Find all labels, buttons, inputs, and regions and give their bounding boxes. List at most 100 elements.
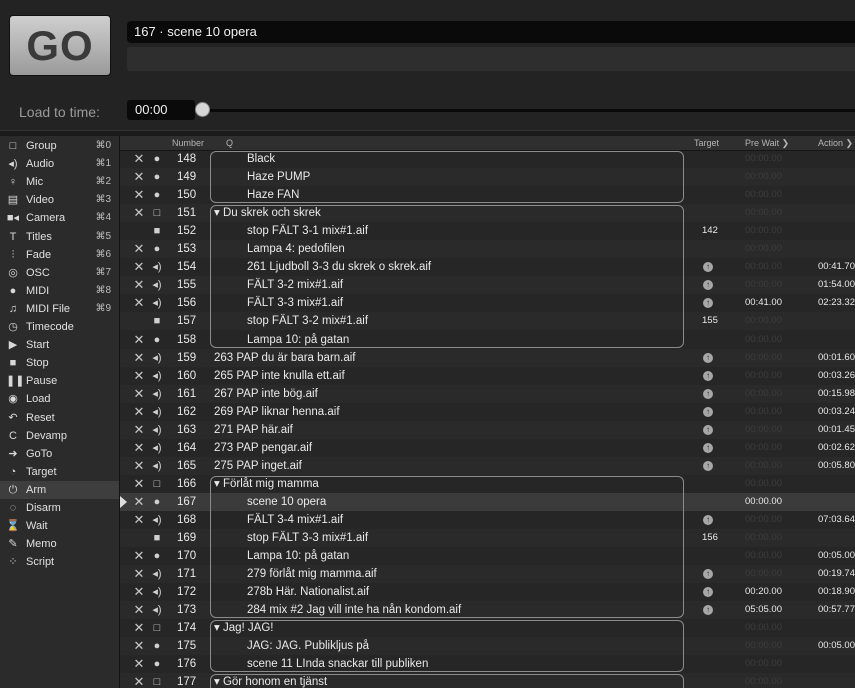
cue-pre-wait[interactable]: 05:05.00 bbox=[745, 601, 782, 619]
cue-notes-field[interactable] bbox=[127, 47, 855, 71]
cue-number[interactable]: 168 bbox=[177, 511, 203, 529]
cue-number[interactable]: 163 bbox=[177, 421, 203, 439]
cue-number[interactable]: 167 bbox=[177, 493, 203, 511]
header-number[interactable]: Number bbox=[172, 138, 204, 148]
cue-number[interactable]: 172 bbox=[177, 583, 203, 601]
target-arrow-icon[interactable]: ↑ bbox=[703, 298, 713, 309]
target-arrow-icon[interactable]: ↑ bbox=[703, 587, 713, 598]
cue-pre-wait[interactable]: 00:00.00 bbox=[745, 673, 782, 688]
toolbox-item-script[interactable]: ⁘ Script bbox=[0, 553, 119, 571]
toolbox-item-load[interactable]: ◉ Load bbox=[0, 390, 119, 408]
cue-number[interactable]: 161 bbox=[177, 385, 203, 403]
cue-pre-wait[interactable]: 00:00.00 bbox=[745, 204, 782, 222]
cue-pre-wait[interactable]: 00:00.00 bbox=[745, 493, 782, 511]
cue-target[interactable]: 155 bbox=[702, 312, 718, 330]
toolbox-item-memo[interactable]: ✎ Memo bbox=[0, 535, 119, 553]
target-arrow-icon[interactable]: ↑ bbox=[703, 352, 713, 363]
toolbox-item-target[interactable]: ◔ Target bbox=[0, 463, 119, 481]
target-arrow-icon[interactable]: ↑ bbox=[703, 406, 713, 417]
cue-number[interactable]: 151 bbox=[177, 204, 203, 222]
header-q[interactable]: Q bbox=[226, 138, 233, 148]
cue-number[interactable]: 159 bbox=[177, 349, 203, 367]
toolbox-item-audio[interactable]: ◂) Audio ⌘1 bbox=[0, 155, 119, 173]
cue-name[interactable]: 275 PAP inget.aif bbox=[214, 457, 302, 475]
cue-pre-wait[interactable]: 00:00.00 bbox=[745, 637, 782, 655]
cue-number[interactable]: 150 bbox=[177, 186, 203, 204]
cue-action-duration[interactable]: 01:54.00 bbox=[818, 276, 855, 294]
cue-pre-wait[interactable]: 00:00.00 bbox=[745, 240, 782, 258]
cue-action-duration[interactable]: 07:03.64 bbox=[818, 511, 855, 529]
cue-pre-wait[interactable]: 00:00.00 bbox=[745, 367, 782, 385]
toolbox-item-midi-file[interactable]: ♫ MIDI File ⌘9 bbox=[0, 300, 119, 318]
target-arrow-icon[interactable]: ↑ bbox=[703, 424, 713, 435]
go-button[interactable]: GO bbox=[9, 15, 111, 76]
cue-pre-wait[interactable]: 00:00.00 bbox=[745, 439, 782, 457]
cue-action-duration[interactable]: 00:05.80 bbox=[818, 457, 855, 475]
toolbox-item-goto[interactable]: ➜ GoTo bbox=[0, 445, 119, 463]
cue-number[interactable]: 153 bbox=[177, 240, 203, 258]
toolbox-item-timecode[interactable]: ◷ Timecode bbox=[0, 318, 119, 336]
cue-pre-wait[interactable]: 00:00.00 bbox=[745, 547, 782, 565]
cue-number[interactable]: 176 bbox=[177, 655, 203, 673]
cue-pre-wait[interactable]: 00:00.00 bbox=[745, 186, 782, 204]
cue-name[interactable]: 263 PAP du är bara barn.aif bbox=[214, 349, 356, 367]
cue-action-duration[interactable]: 00:05.00 bbox=[818, 637, 855, 655]
toolbox-item-wait[interactable]: ⌛ Wait bbox=[0, 517, 119, 535]
cue-name[interactable]: 267 PAP inte bög.aif bbox=[214, 385, 318, 403]
target-arrow-icon[interactable]: ↑ bbox=[703, 280, 713, 291]
cue-pre-wait[interactable]: 00:00.00 bbox=[745, 403, 782, 421]
cue-pre-wait[interactable]: 00:00.00 bbox=[745, 529, 782, 547]
cue-target[interactable]: 156 bbox=[702, 529, 718, 547]
cue-number[interactable]: 160 bbox=[177, 367, 203, 385]
cue-target[interactable]: 142 bbox=[702, 222, 718, 240]
target-arrow-icon[interactable]: ↑ bbox=[703, 605, 713, 616]
cue-pre-wait[interactable]: 00:00.00 bbox=[745, 349, 782, 367]
toolbox-item-mic[interactable]: ♀ Mic ⌘2 bbox=[0, 173, 119, 191]
load-time-slider-track[interactable] bbox=[203, 109, 855, 112]
cue-number[interactable]: 165 bbox=[177, 457, 203, 475]
toolbox-item-disarm[interactable]: ◌ Disarm bbox=[0, 499, 119, 517]
cue-row[interactable]: ✕ ◂) 165 275 PAP inget.aif ↑ 00:00.00 00:05.80 bbox=[120, 456, 855, 475]
cue-number[interactable]: 154 bbox=[177, 258, 203, 276]
cue-pre-wait[interactable]: 00:00.00 bbox=[745, 150, 782, 168]
cue-number[interactable]: 170 bbox=[177, 547, 203, 565]
cue-number[interactable]: 171 bbox=[177, 565, 203, 583]
cue-pre-wait[interactable]: 00:00.00 bbox=[745, 258, 782, 276]
cue-number[interactable]: 173 bbox=[177, 601, 203, 619]
target-arrow-icon[interactable]: ↑ bbox=[703, 370, 713, 381]
cue-row[interactable]: ✕ ◂) 162 269 PAP liknar henna.aif ↑ 00:00.00 0… bbox=[120, 403, 855, 421]
toolbox-item-titles[interactable]: T Titles ⌘5 bbox=[0, 228, 119, 246]
toolbox-item-reset[interactable]: ↶ Reset bbox=[0, 409, 119, 427]
header-pre-wait[interactable]: Pre Wait ❯ bbox=[745, 138, 789, 149]
cue-row[interactable]: ✕ ◂) 161 267 PAP inte bög.aif ↑ 00:00.00 00:15… bbox=[120, 384, 855, 403]
cue-pre-wait[interactable]: 00:00.00 bbox=[745, 312, 782, 330]
cue-pre-wait[interactable]: 00:20.00 bbox=[745, 583, 782, 601]
cue-pre-wait[interactable]: 00:00.00 bbox=[745, 331, 782, 349]
cue-pre-wait[interactable]: 00:00.00 bbox=[745, 222, 782, 240]
toolbox-item-midi[interactable]: ● MIDI ⌘8 bbox=[0, 282, 119, 300]
cue-pre-wait[interactable]: 00:00.00 bbox=[745, 565, 782, 583]
cue-number[interactable]: 169 bbox=[177, 529, 203, 547]
cue-row[interactable]: ✕ ◂) 160 265 PAP inte knulla ett.aif ↑ 00:00.… bbox=[120, 367, 855, 385]
cue-number[interactable]: 177 bbox=[177, 673, 203, 688]
cue-action-duration[interactable]: 00:05.00 bbox=[818, 547, 855, 565]
cue-pre-wait[interactable]: 00:41.00 bbox=[745, 294, 782, 312]
cue-action-duration[interactable]: 02:23.32 bbox=[818, 294, 855, 312]
toolbox-item-osc[interactable]: ◎ OSC ⌘7 bbox=[0, 264, 119, 282]
cue-pre-wait[interactable]: 00:00.00 bbox=[745, 385, 782, 403]
cue-action-duration[interactable]: 00:18.90 bbox=[818, 583, 855, 601]
cue-action-duration[interactable]: 00:03.26 bbox=[818, 367, 855, 385]
cue-action-duration[interactable]: 00:01.60 bbox=[818, 349, 855, 367]
cue-pre-wait[interactable]: 00:00.00 bbox=[745, 421, 782, 439]
cue-number[interactable]: 149 bbox=[177, 168, 203, 186]
toolbox-item-arm[interactable]: ⏻ Arm bbox=[0, 480, 119, 499]
cue-row[interactable]: ✕ ◂) 159 263 PAP du är bara barn.aif ↑ 00:00.… bbox=[120, 348, 855, 367]
cue-row[interactable]: ✕ ◂) 164 273 PAP pengar.aif ↑ 00:00.00 00:02.6… bbox=[120, 439, 855, 457]
cue-number[interactable]: 156 bbox=[177, 294, 203, 312]
cue-number[interactable]: 174 bbox=[177, 619, 203, 637]
cue-pre-wait[interactable]: 00:00.00 bbox=[745, 168, 782, 186]
cue-pre-wait[interactable]: 00:00.00 bbox=[745, 475, 782, 493]
target-arrow-icon[interactable]: ↑ bbox=[703, 460, 713, 471]
cue-action-duration[interactable]: 00:02.62 bbox=[818, 439, 855, 457]
cue-number[interactable]: 148 bbox=[177, 150, 203, 168]
